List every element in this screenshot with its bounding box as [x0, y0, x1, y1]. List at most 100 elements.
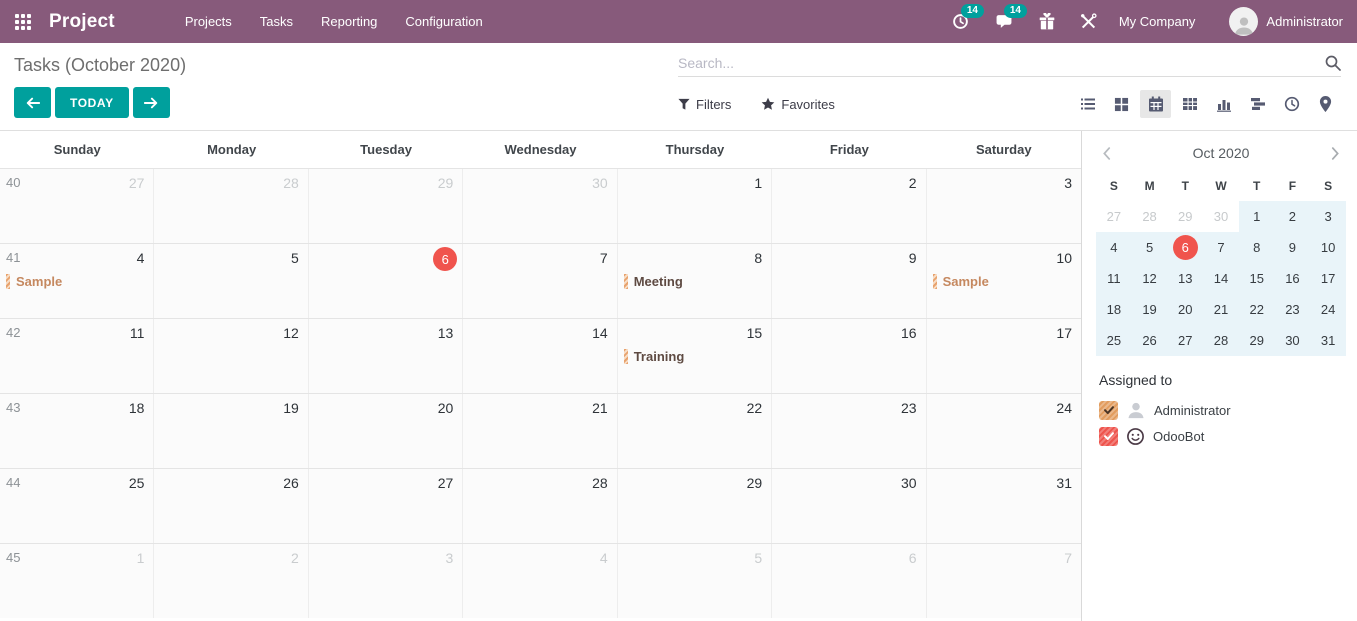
calendar-day-cell[interactable]: 14 [463, 319, 617, 393]
app-title[interactable]: Project [49, 11, 115, 33]
mini-calendar-day[interactable]: 30 [1203, 201, 1239, 232]
calendar-day-cell[interactable]: 6 [309, 244, 463, 318]
calendar-day-cell[interactable]: 26 [154, 469, 308, 543]
mini-calendar-day[interactable]: 28 [1132, 201, 1168, 232]
calendar-day-cell[interactable]: 17 [927, 319, 1081, 393]
developer-tools-icon[interactable] [1080, 13, 1097, 30]
calendar-day-cell[interactable]: 6 [772, 544, 926, 618]
menu-tasks[interactable]: Tasks [246, 1, 307, 42]
assignee-odoobot[interactable]: OdooBot [1099, 423, 1346, 449]
calendar-day-cell[interactable]: 451 [0, 544, 154, 618]
next-period-button[interactable] [133, 87, 170, 118]
mini-calendar-day[interactable]: 15 [1239, 263, 1275, 294]
mini-calendar-day[interactable]: 5 [1132, 232, 1168, 263]
calendar-day-cell[interactable]: 28 [463, 469, 617, 543]
calendar-event[interactable]: Sample [6, 273, 147, 290]
mini-calendar-day[interactable]: 27 [1167, 325, 1203, 356]
mini-calendar-day[interactable]: 21 [1203, 294, 1239, 325]
map-view-icon[interactable] [1310, 90, 1341, 118]
mini-calendar-day[interactable]: 3 [1310, 201, 1346, 232]
mini-calendar-day[interactable]: 18 [1096, 294, 1132, 325]
messages-menu-button[interactable]: 14 [995, 13, 1013, 30]
calendar-day-cell[interactable]: 5 [154, 244, 308, 318]
calendar-day-cell[interactable]: 21 [463, 394, 617, 468]
mini-calendar-day[interactable]: 4 [1096, 232, 1132, 263]
calendar-day-cell[interactable]: 414Sample [0, 244, 154, 318]
mini-calendar-day[interactable]: 19 [1132, 294, 1168, 325]
pivot-view-icon[interactable] [1174, 90, 1205, 118]
user-menu[interactable]: Administrator [1266, 14, 1343, 29]
mini-calendar-day[interactable]: 12 [1132, 263, 1168, 294]
calendar-view-icon[interactable] [1140, 90, 1171, 118]
calendar-day-cell[interactable]: 24 [927, 394, 1081, 468]
apps-menu-icon[interactable] [15, 14, 31, 30]
mini-calendar-day[interactable]: 23 [1275, 294, 1311, 325]
favorites-button[interactable]: Favorites [761, 97, 834, 112]
calendar-day-cell[interactable]: 2 [772, 169, 926, 243]
mini-calendar-day[interactable]: 30 [1275, 325, 1311, 356]
calendar-day-cell[interactable]: 4 [463, 544, 617, 618]
mini-calendar-day[interactable]: 16 [1275, 263, 1311, 294]
gantt-view-icon[interactable] [1242, 90, 1273, 118]
calendar-event[interactable]: Training [624, 348, 765, 365]
mini-calendar-day[interactable]: 20 [1167, 294, 1203, 325]
mini-calendar-day[interactable]: 29 [1167, 201, 1203, 232]
mini-calendar-prev-icon[interactable] [1102, 147, 1111, 160]
calendar-day-cell[interactable]: 20 [309, 394, 463, 468]
mini-calendar-day[interactable]: 6 [1167, 232, 1203, 263]
calendar-day-cell[interactable]: 5 [618, 544, 772, 618]
mini-calendar-day[interactable]: 1 [1239, 201, 1275, 232]
mini-calendar-day[interactable]: 25 [1096, 325, 1132, 356]
calendar-day-cell[interactable]: 9 [772, 244, 926, 318]
mini-calendar-next-icon[interactable] [1331, 147, 1340, 160]
mini-calendar-day[interactable]: 11 [1096, 263, 1132, 294]
calendar-day-cell[interactable]: 29 [618, 469, 772, 543]
calendar-day-cell[interactable]: 29 [309, 169, 463, 243]
calendar-day-cell[interactable]: 2 [154, 544, 308, 618]
graph-view-icon[interactable] [1208, 90, 1239, 118]
gift-icon[interactable] [1038, 13, 1056, 31]
odoobot-checkbox[interactable] [1099, 427, 1118, 446]
calendar-day-cell[interactable]: 4211 [0, 319, 154, 393]
search-input[interactable] [678, 55, 1325, 71]
calendar-day-cell[interactable]: 22 [618, 394, 772, 468]
calendar-day-cell[interactable]: 23 [772, 394, 926, 468]
calendar-day-cell[interactable]: 28 [154, 169, 308, 243]
mini-calendar-day[interactable]: 27 [1096, 201, 1132, 232]
calendar-day-cell[interactable]: 8Meeting [618, 244, 772, 318]
filters-button[interactable]: Filters [678, 97, 731, 112]
mini-calendar-day[interactable]: 14 [1203, 263, 1239, 294]
mini-calendar-day[interactable]: 2 [1275, 201, 1311, 232]
calendar-day-cell[interactable]: 4027 [0, 169, 154, 243]
mini-calendar-day[interactable]: 10 [1310, 232, 1346, 263]
mini-calendar-day[interactable]: 28 [1203, 325, 1239, 356]
calendar-day-cell[interactable]: 19 [154, 394, 308, 468]
mini-calendar-day[interactable]: 8 [1239, 232, 1275, 263]
assignee-administrator[interactable]: Administrator [1099, 397, 1346, 423]
calendar-day-cell[interactable]: 4318 [0, 394, 154, 468]
mini-calendar-day[interactable]: 9 [1275, 232, 1311, 263]
calendar-day-cell[interactable]: 1 [618, 169, 772, 243]
menu-reporting[interactable]: Reporting [307, 1, 391, 42]
mini-calendar-day[interactable]: 29 [1239, 325, 1275, 356]
calendar-day-cell[interactable]: 16 [772, 319, 926, 393]
administrator-checkbox[interactable] [1099, 401, 1118, 420]
calendar-day-cell[interactable]: 30 [463, 169, 617, 243]
calendar-day-cell[interactable]: 4425 [0, 469, 154, 543]
calendar-day-cell[interactable]: 27 [309, 469, 463, 543]
mini-calendar-day[interactable]: 13 [1167, 263, 1203, 294]
company-switcher[interactable]: My Company [1119, 14, 1196, 29]
calendar-day-cell[interactable]: 3 [927, 169, 1081, 243]
activity-view-icon[interactable] [1276, 90, 1307, 118]
calendar-day-cell[interactable]: 3 [309, 544, 463, 618]
mini-calendar-day[interactable]: 26 [1132, 325, 1168, 356]
mini-calendar-title[interactable]: Oct 2020 [1193, 145, 1250, 161]
user-avatar[interactable] [1229, 7, 1258, 36]
calendar-day-cell[interactable]: 7 [463, 244, 617, 318]
mini-calendar-day[interactable]: 17 [1310, 263, 1346, 294]
mini-calendar-day[interactable]: 31 [1310, 325, 1346, 356]
calendar-day-cell[interactable]: 13 [309, 319, 463, 393]
previous-period-button[interactable] [14, 87, 51, 118]
calendar-day-cell[interactable]: 12 [154, 319, 308, 393]
calendar-day-cell[interactable]: 30 [772, 469, 926, 543]
